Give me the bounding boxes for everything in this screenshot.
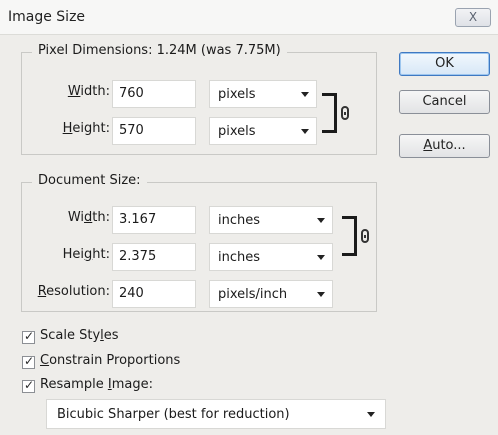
link-chain-icon	[341, 106, 349, 120]
pixel-height-input[interactable]: 570	[112, 117, 196, 145]
close-button[interactable]: X	[455, 8, 491, 27]
resolution-input[interactable]: 240	[112, 280, 196, 308]
pixel-dimensions-legend: Pixel Dimensions: 1.24M (was 7.75M)	[32, 43, 287, 58]
document-width-input[interactable]: 3.167	[112, 206, 196, 234]
resample-image-label[interactable]: Resample Image:	[40, 377, 153, 392]
cancel-button[interactable]: Cancel	[399, 90, 490, 114]
chevron-down-icon	[301, 92, 309, 97]
window-title: Image Size	[8, 9, 86, 25]
resolution-label: Resolution:	[37, 284, 110, 299]
resample-method-select[interactable]: Bicubic Sharper (best for reduction)	[46, 399, 386, 429]
constrain-bracket-bottom	[322, 130, 337, 133]
scale-styles-checkbox[interactable]	[22, 329, 35, 344]
resample-image-checkbox[interactable]	[22, 378, 35, 393]
constrain-proportions-label[interactable]: Constrain Proportions	[40, 353, 180, 368]
document-height-input[interactable]: 2.375	[112, 243, 196, 271]
pixel-width-input[interactable]: 760	[112, 80, 196, 108]
pixel-height-label: Height:	[62, 121, 110, 136]
document-constrain-bracket-bottom	[342, 253, 357, 256]
constrain-bracket-side	[334, 93, 337, 133]
chevron-down-icon	[301, 129, 309, 134]
scale-styles-label[interactable]: Scale Styles	[40, 328, 119, 343]
constrain-proportions-checkbox[interactable]	[22, 354, 35, 369]
pixel-width-label: Width:	[67, 84, 110, 99]
ok-button[interactable]: OK	[399, 52, 490, 76]
document-height-unit-select[interactable]: inches	[209, 243, 333, 271]
pixel-dimensions-group	[21, 52, 377, 155]
chevron-down-icon	[317, 292, 325, 297]
auto-button[interactable]: Auto...	[399, 134, 490, 158]
document-height-label: Height:	[62, 247, 110, 262]
link-chain-icon	[361, 229, 369, 243]
document-width-unit-select[interactable]: inches	[209, 206, 333, 234]
chevron-down-icon	[367, 412, 375, 417]
document-size-legend: Document Size:	[32, 173, 147, 188]
chevron-down-icon	[317, 218, 325, 223]
pixel-width-unit-select[interactable]: pixels	[209, 80, 317, 108]
chevron-down-icon	[317, 255, 325, 260]
document-constrain-bracket-side	[354, 216, 357, 256]
pixel-height-unit-select[interactable]: pixels	[209, 117, 317, 145]
resolution-unit-select[interactable]: pixels/inch	[209, 280, 333, 308]
document-width-label: Width:	[67, 210, 110, 225]
